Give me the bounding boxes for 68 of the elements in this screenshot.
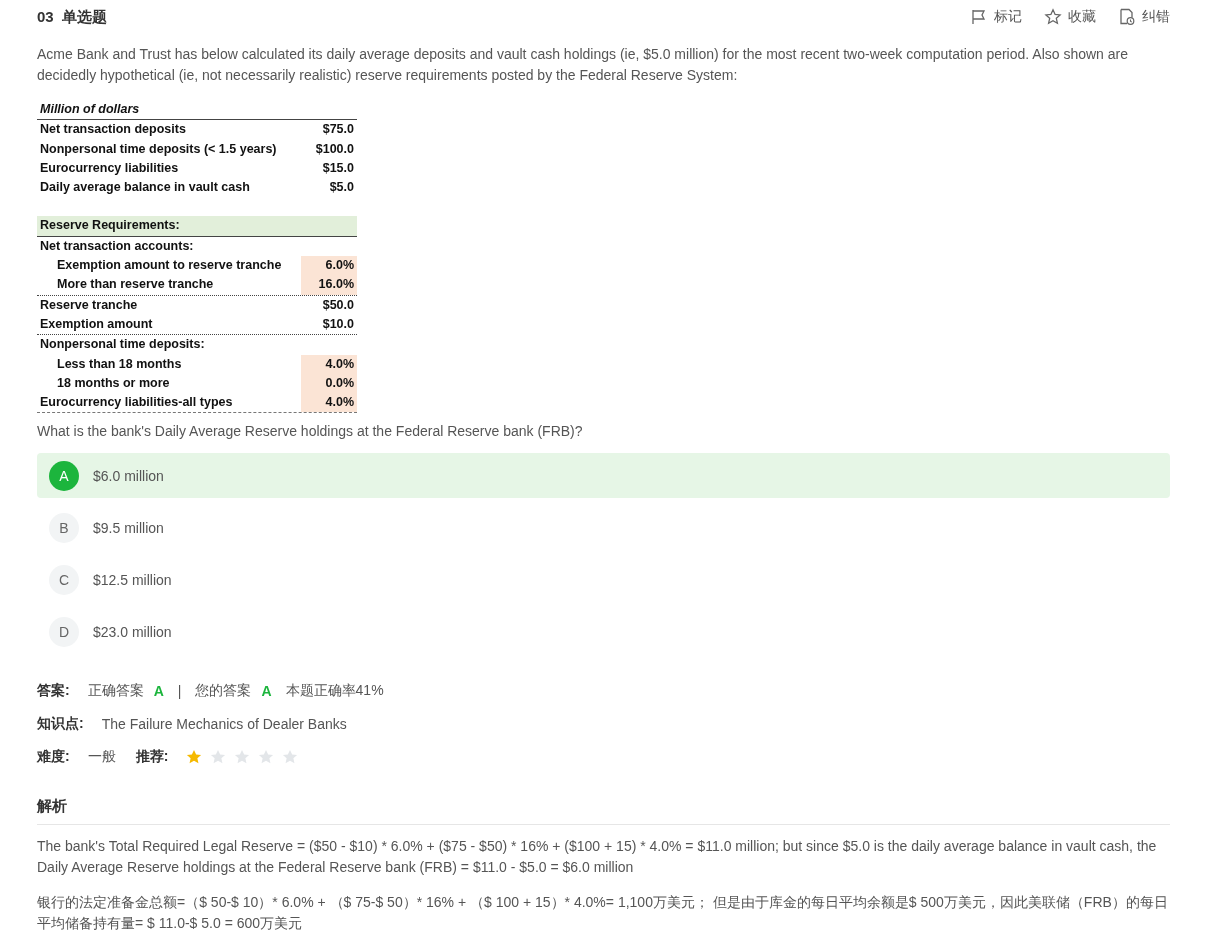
action-button[interactable]: 标记 (970, 8, 1022, 26)
sheet-label: Nonpersonal time deposits (< 1.5 years) (39, 140, 277, 158)
answer-option[interactable]: B $9.5 million (37, 505, 1170, 551)
sheet-label: More than reserve tranche (56, 276, 214, 294)
option-text: $12.5 million (93, 571, 172, 588)
correct-answer-label: 正确答案 (87, 681, 144, 700)
answer-label: 答案: (37, 681, 70, 700)
sheet-value: $15.0 (321, 159, 355, 177)
sheet-value: 4.0% (301, 393, 357, 413)
document-icon (1118, 8, 1136, 26)
sheet-label: Eurocurrency liabilities-all types (39, 394, 233, 412)
star-icon (282, 748, 299, 765)
answer-option[interactable]: C $12.5 million (37, 557, 1170, 603)
analysis-text: 银行的法定准备金总额=（$ 50-$ 10）* 6.0% + （$ 75-$ 50）* 16% + （$ 100 + 15）* 4.0%= 1,100万美元； 但是由于库金的每日平均余额是$ 500万美元，因此美联储（FRB）的每日平均储备持有量= $ 11.0-$ 5.0 = 600万美元 (37, 893, 1169, 934)
star-icon (1044, 8, 1062, 26)
accuracy-rate: 本题正确率41% (285, 681, 384, 700)
analysis-text: The bank's Total Required Legal Reserve = ($50 - $10) * 6.0% + ($75 - $50) * 16% + ($100 + 15) * 4.0% = $11.0 million; but since $5.0 is the daily average balance in vault cash, the Daily Average Reserve holdings at the Federal Reserve bank (FRB) = $11.0 - $5.0 = $6.0 million (37, 837, 1158, 878)
analysis-heading: 解析 (37, 797, 1170, 826)
sheet-label: Net transaction deposits (39, 121, 186, 139)
sheet-label: Eurocurrency liabilities (39, 159, 179, 177)
sheet-label: Daily average balance in vault cash (39, 179, 250, 197)
difficulty-value: 一般 (87, 747, 116, 766)
star-icon (186, 748, 203, 765)
option-letter: D (49, 616, 79, 647)
option-text: $9.5 million (93, 519, 164, 536)
your-answer-label: 您的答案 (195, 681, 252, 700)
sheet-label: 18 months or more (56, 374, 170, 392)
question-number: 03 (37, 7, 54, 27)
topic-link[interactable]: The Failure Mechanics of Dealer Banks (101, 715, 347, 732)
sheet-value: $100.0 (314, 140, 355, 158)
sheet-label: Reserve tranche (39, 296, 138, 314)
option-text: $23.0 million (93, 623, 172, 640)
star-icon (234, 748, 251, 765)
action-button[interactable]: 收藏 (1044, 8, 1096, 26)
sheet-value: 4.0% (301, 354, 357, 374)
star-icon (210, 748, 227, 765)
flag-icon (970, 8, 988, 26)
action-button[interactable]: 纠错 (1118, 8, 1170, 26)
sheet-value: $10.0 (321, 315, 355, 333)
question-prompt: What is the bank's Daily Average Reserve holdings at the Federal Reserve bank (FRB)? (37, 423, 584, 440)
sheet-value: 0.0% (301, 373, 357, 394)
separator: | (177, 682, 182, 699)
sheet-caption: Million of dollars (39, 101, 140, 118)
question-text: Acme Bank and Trust has below calculated its daily average deposits and vault cash holdings (ie, $5.0 million) for the most recent two-week computation period. Also shown are decidedly hypothetical (ie, not necessarily realistic) reserve requirements posted by the Federal Reserve System: (37, 45, 1130, 85)
star-icon (258, 748, 275, 765)
option-text: $6.0 million (93, 467, 164, 484)
topic-label: 知识点: (37, 714, 84, 733)
sheet-label: Exemption amount (39, 315, 153, 333)
answer-option[interactable]: A $6.0 million (37, 453, 1170, 499)
recommend-label: 推荐: (135, 747, 169, 766)
difficulty-label: 难度: (37, 747, 70, 766)
option-letter: A (49, 460, 79, 491)
option-letter: B (49, 512, 79, 543)
sheet-label: Less than 18 months (56, 355, 182, 373)
sheet-label: Nonpersonal time deposits: (39, 336, 205, 354)
your-answer: A (261, 682, 272, 699)
sheet-value: $5.0 (328, 179, 355, 197)
sheet-label: Net transaction accounts: (39, 237, 194, 255)
sheet-value: 6.0% (301, 256, 357, 276)
sheet-heading: Reserve Requirements: (39, 217, 180, 235)
correct-answer: A (153, 682, 164, 699)
question-type: 单选题 (61, 7, 107, 27)
sheet-value: $50.0 (321, 296, 355, 314)
sheet-label: Exemption amount to reserve tranche (56, 257, 282, 275)
option-letter: C (49, 564, 79, 595)
sheet-value: $75.0 (321, 121, 355, 139)
sheet-value: 16.0% (301, 275, 357, 295)
answer-option[interactable]: D $23.0 million (37, 609, 1170, 655)
